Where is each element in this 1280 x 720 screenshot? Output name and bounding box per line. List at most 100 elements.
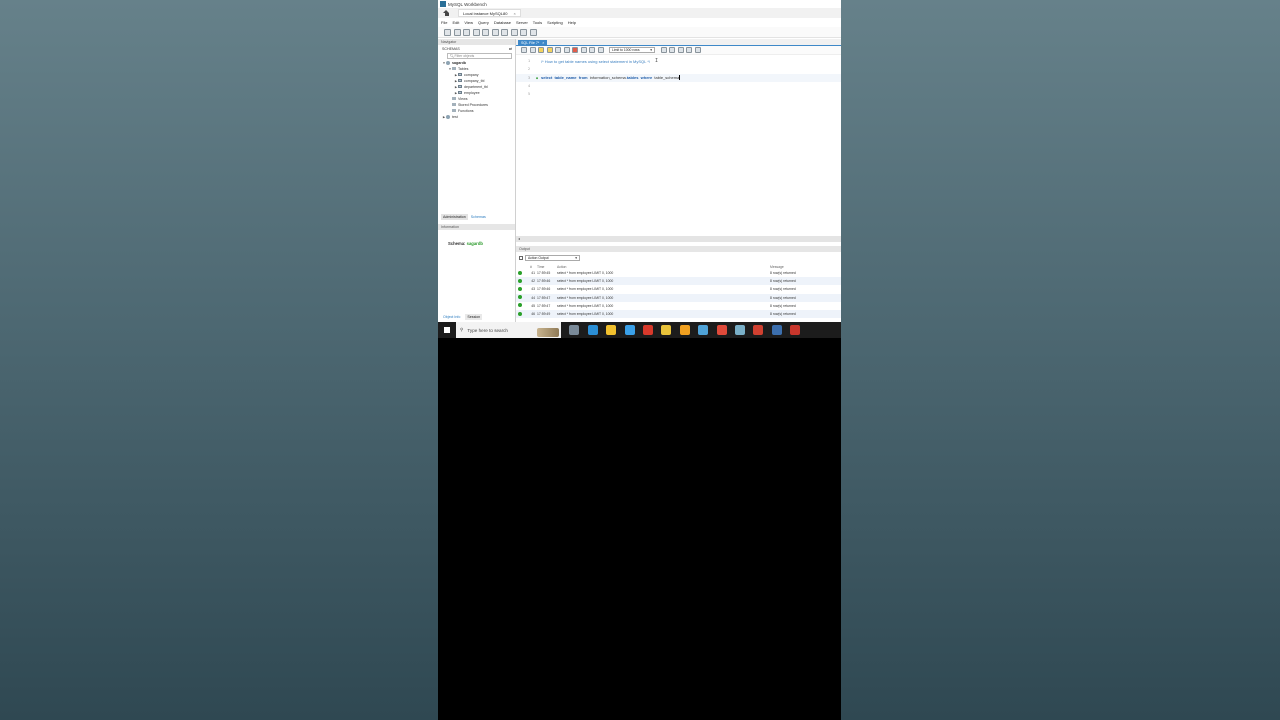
output-table: # Time Action Message 41 17:59:45 select… (516, 264, 841, 319)
menu-edit[interactable]: Edit (452, 20, 459, 25)
explain-icon[interactable] (555, 47, 561, 53)
sql-file-tab[interactable]: SQL File 7* × (518, 40, 548, 46)
action-output-select[interactable]: Action Output ▾ (525, 255, 580, 261)
success-icon (518, 270, 522, 275)
menu-view[interactable]: View (464, 20, 473, 25)
table-row[interactable]: 42 17:59:46 select * from employee LIMIT… (516, 277, 841, 286)
open-file-icon[interactable] (521, 47, 527, 53)
schema-info-value: sagardb (466, 241, 483, 246)
create-view-icon[interactable] (491, 28, 499, 36)
reconnect-icon[interactable] (529, 28, 537, 36)
table-row[interactable]: 45 17:59:47 select * from employee LIMIT… (516, 302, 841, 310)
file-explorer-icon[interactable] (606, 325, 617, 335)
create-function-icon[interactable] (510, 28, 518, 36)
menu-file[interactable]: File (441, 20, 447, 25)
filter-objects-input[interactable]: 🔍︎ Filter objects (447, 53, 512, 59)
tables-folder-icon (452, 67, 456, 70)
open-sql-script-icon[interactable] (453, 28, 461, 36)
tab-object-info[interactable]: Object Info (441, 314, 463, 320)
autocommit-icon[interactable] (597, 47, 604, 53)
database-icon (446, 60, 450, 65)
navigator-tabs: Administration Schemas (441, 214, 488, 220)
menu-scripting[interactable]: Scripting (547, 20, 563, 25)
menu-query[interactable]: Query (478, 20, 489, 25)
procedures-folder-icon (452, 103, 456, 106)
copy-output-icon[interactable] (519, 256, 523, 260)
search-table-data-icon[interactable] (520, 28, 527, 36)
menu-tools[interactable]: Tools (533, 20, 542, 25)
sql-tab-strip: SQL File 7* × (516, 39, 841, 46)
windows-start-icon[interactable] (444, 327, 450, 333)
edge-icon[interactable] (587, 325, 598, 335)
code-line-5: 5 (527, 92, 530, 97)
chrome-icon[interactable] (679, 325, 690, 335)
task-view-icon[interactable] (569, 325, 580, 335)
create-schema-icon[interactable] (472, 28, 480, 36)
scroll-left-icon[interactable]: ◂ (518, 236, 520, 241)
schemas-header: SCHEMAS ⇄ (438, 45, 515, 52)
invisible-chars-icon[interactable] (686, 47, 692, 53)
success-icon (518, 295, 522, 300)
commit-icon[interactable] (580, 47, 587, 53)
tab-administration[interactable]: Administration (441, 214, 468, 220)
app-icon-red[interactable] (642, 325, 653, 335)
connection-tab[interactable]: Local instance MySQL80 × (458, 9, 521, 17)
table-row[interactable]: 46 17:59:49 select * from employee LIMIT… (516, 309, 841, 319)
store-icon[interactable] (624, 325, 635, 335)
schemas-label: SCHEMAS (442, 46, 460, 51)
create-table-icon[interactable] (482, 28, 489, 36)
execute-icon[interactable] (538, 47, 544, 53)
editor-area: SQL File 7* × Limit to 1000 rows ▾ 1 /* … (516, 39, 841, 322)
success-icon (518, 303, 522, 308)
rollback-icon[interactable] (589, 47, 595, 53)
find-icon[interactable] (677, 47, 684, 53)
sticky-notes-icon[interactable] (661, 325, 672, 335)
save-icon[interactable] (529, 47, 536, 53)
settings-icon[interactable] (734, 325, 745, 335)
functions-folder-icon (452, 109, 456, 112)
table-row[interactable]: 43 17:59:46 select * from employee LIMIT… (516, 285, 841, 293)
add-snippet-icon[interactable] (660, 47, 667, 53)
mysql-workbench-icon[interactable] (771, 325, 782, 335)
execute-current-icon[interactable] (546, 47, 553, 53)
taskbar-search-input[interactable]: ⚲ Type here to search (456, 322, 561, 338)
stop-on-error-icon[interactable] (572, 47, 578, 53)
word-wrap-icon[interactable] (694, 47, 701, 53)
search-icon: ⚲ (460, 327, 464, 332)
menu-database[interactable]: Database (494, 20, 511, 25)
tab-session[interactable]: Session (465, 314, 483, 320)
horizontal-scrollbar[interactable]: ◂ (516, 236, 841, 242)
close-icon[interactable]: × (542, 41, 544, 45)
menu-server[interactable]: Server (516, 20, 528, 25)
information-header: Information (438, 224, 515, 230)
text-cursor-icon: I (655, 58, 659, 65)
app-icon-orange[interactable] (753, 325, 764, 335)
new-sql-tab-icon[interactable] (444, 28, 451, 36)
notepad-icon[interactable] (716, 325, 727, 335)
tab-schemas[interactable]: Schemas (468, 214, 488, 220)
title-bar: MySQL Workbench (438, 0, 841, 8)
caret (679, 75, 680, 81)
stop-icon[interactable] (563, 47, 570, 53)
create-procedure-icon[interactable] (501, 28, 508, 36)
tree-schema-test[interactable]: ▶ test (438, 114, 515, 120)
inspector-icon[interactable] (463, 28, 470, 36)
home-icon[interactable] (443, 10, 450, 16)
limit-rows-select[interactable]: Limit to 1000 rows ▾ (609, 47, 655, 53)
output-header: Output (516, 246, 841, 252)
beautify-icon[interactable] (669, 47, 675, 53)
chrome-alt-icon[interactable] (698, 325, 709, 335)
recorder-icon[interactable] (790, 325, 801, 335)
table-row[interactable]: 41 17:59:45 select * from employee LIMIT… (516, 269, 841, 277)
success-icon (518, 278, 522, 283)
table-row[interactable]: 44 17:59:47 select * from employee LIMIT… (516, 293, 841, 302)
menu-help[interactable]: Help (568, 20, 576, 25)
refresh-icon[interactable]: ⇄ (509, 47, 512, 51)
code-line-4: 4 (527, 84, 530, 89)
close-icon[interactable]: × (513, 11, 515, 16)
video-frame: MySQL Workbench Local instance MySQL80 ×… (438, 0, 841, 720)
table-icon (458, 90, 462, 95)
info-tabs: Object Info Session (441, 314, 483, 320)
sql-editor[interactable]: 1 /* How to get table names using select… (516, 55, 841, 98)
code-line-2: 2 (527, 67, 530, 72)
